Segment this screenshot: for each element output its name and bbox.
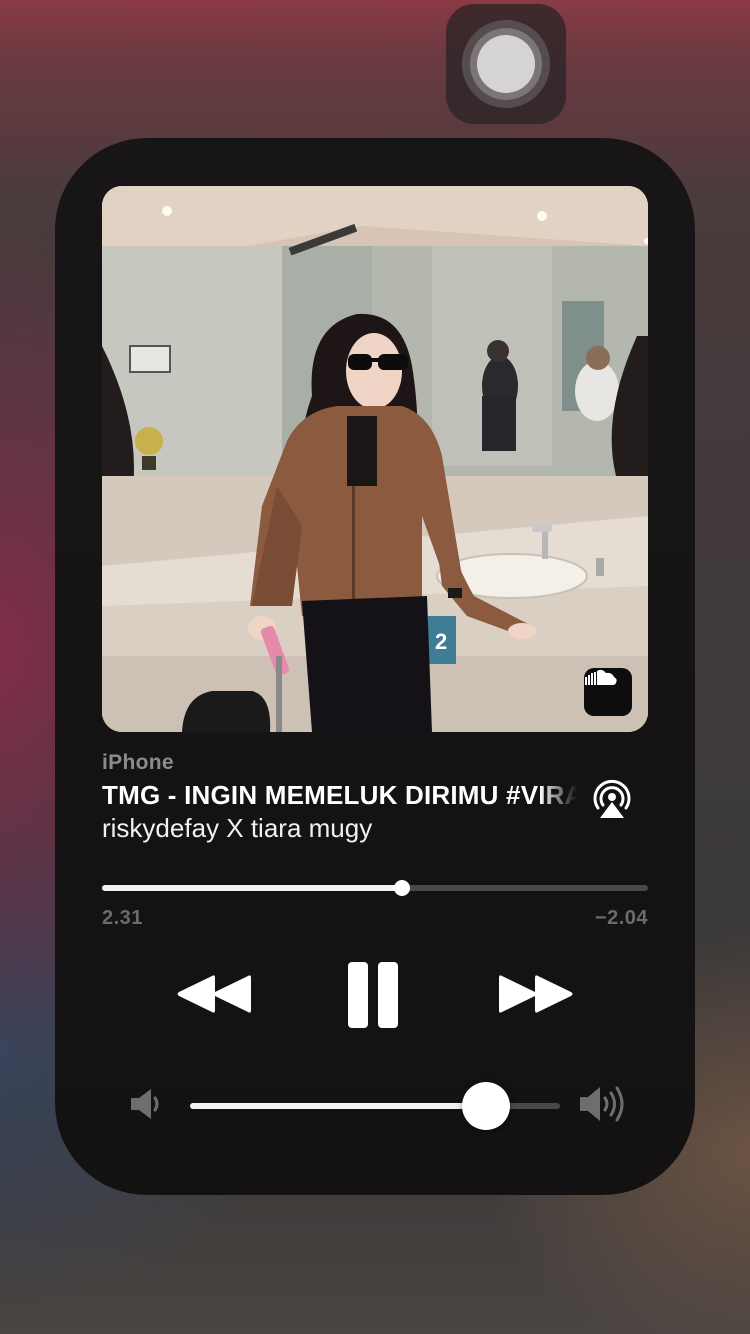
rewind-icon bbox=[177, 975, 251, 1013]
speaker-low-icon bbox=[127, 1086, 167, 1122]
elapsed-time: 2.31 bbox=[102, 907, 143, 929]
fast-forward-icon bbox=[499, 975, 573, 1013]
assistive-touch-button[interactable] bbox=[446, 4, 566, 124]
now-playing-card: 2 iPhone TMG - INGIN MEMELUK DIRIMU #VIR… bbox=[55, 138, 695, 1195]
artwork-image: 2 bbox=[102, 186, 648, 732]
remaining-time: −2.04 bbox=[594, 907, 648, 929]
track-artist: riskydefay X tiara mugy bbox=[102, 813, 373, 843]
volume-slider[interactable] bbox=[190, 1082, 560, 1130]
rewind-button[interactable] bbox=[175, 970, 253, 1018]
output-device-label: iPhone bbox=[102, 751, 174, 774]
pause-icon bbox=[348, 962, 398, 1028]
airplay-button[interactable] bbox=[590, 778, 634, 822]
soundcloud-icon bbox=[584, 668, 632, 716]
playback-progress-slider[interactable] bbox=[102, 880, 648, 896]
album-artwork[interactable]: 2 bbox=[102, 186, 648, 732]
airplay-audio-icon bbox=[593, 779, 631, 818]
progress-knob[interactable] bbox=[394, 880, 411, 896]
volume-knob[interactable] bbox=[462, 1082, 510, 1130]
progress-fill bbox=[102, 885, 403, 891]
assistive-touch-icon bbox=[477, 35, 535, 93]
fast-forward-button[interactable] bbox=[497, 970, 575, 1018]
volume-fill bbox=[190, 1103, 486, 1109]
track-title-marquee: TMG - INGIN MEMELUK DIRIMU #VIRAL bbox=[102, 780, 577, 814]
speaker-high-icon bbox=[577, 1084, 631, 1124]
track-title: TMG - INGIN MEMELUK DIRIMU #VIRAL bbox=[102, 780, 577, 810]
pause-button[interactable] bbox=[345, 960, 401, 1030]
svg-text:2: 2 bbox=[435, 629, 447, 654]
